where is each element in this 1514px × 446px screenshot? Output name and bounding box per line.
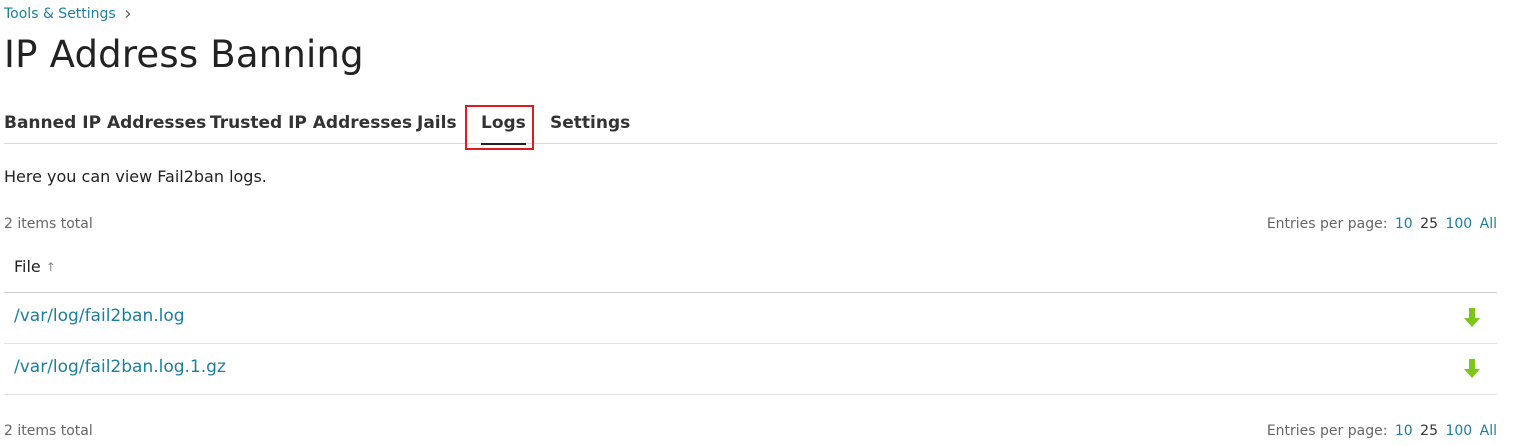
intro-text: Here you can view Fail2ban logs. [4,167,267,186]
tab-jails[interactable]: Jails [417,113,457,133]
entries-per-page: Entries per page: 10 25 100 All [1267,423,1497,439]
table-header: File ↑ [4,245,1497,293]
breadcrumb: Tools & Settings [4,6,132,22]
entries-per-page: Entries per page: 10 25 100 All [1267,216,1497,232]
breadcrumb-tools-settings[interactable]: Tools & Settings [4,6,116,22]
logs-table: File ↑ /var/log/fail2ban.log /var/log/fa… [4,245,1497,395]
entries-option-100[interactable]: 100 [1445,423,1472,439]
arrow-up-icon: ↑ [45,259,56,274]
entries-option-100[interactable]: 100 [1445,216,1472,232]
tab-banned-ip-addresses[interactable]: Banned IP Addresses [4,113,206,133]
entries-option-10[interactable]: 10 [1395,423,1413,439]
column-header-file-label: File [14,257,41,276]
tab-trusted-ip-addresses[interactable]: Trusted IP Addresses [210,113,412,133]
download-icon[interactable] [1463,359,1481,379]
entries-option-all[interactable]: All [1480,216,1497,232]
entries-option-25: 25 [1420,423,1438,439]
log-file-link[interactable]: /var/log/fail2ban.log [14,306,185,326]
tab-settings[interactable]: Settings [550,113,630,133]
column-header-file[interactable]: File ↑ [14,257,56,276]
entries-option-all[interactable]: All [1480,423,1497,439]
table-row: /var/log/fail2ban.log [4,293,1497,344]
chevron-right-icon [125,10,131,18]
items-total: 2 items total [4,216,93,232]
download-icon[interactable] [1463,308,1481,328]
log-file-link[interactable]: /var/log/fail2ban.log.1.gz [14,357,226,377]
entries-option-25: 25 [1420,216,1438,232]
items-total: 2 items total [4,423,93,439]
entries-option-10[interactable]: 10 [1395,216,1413,232]
page-title: IP Address Banning [4,33,364,76]
entries-per-page-label: Entries per page: [1266,216,1388,232]
tab-logs[interactable]: Logs [481,113,526,145]
table-row: /var/log/fail2ban.log.1.gz [4,344,1497,395]
entries-per-page-label: Entries per page: [1266,423,1388,439]
tab-bar: Banned IP Addresses Trusted IP Addresses… [4,105,1497,150]
